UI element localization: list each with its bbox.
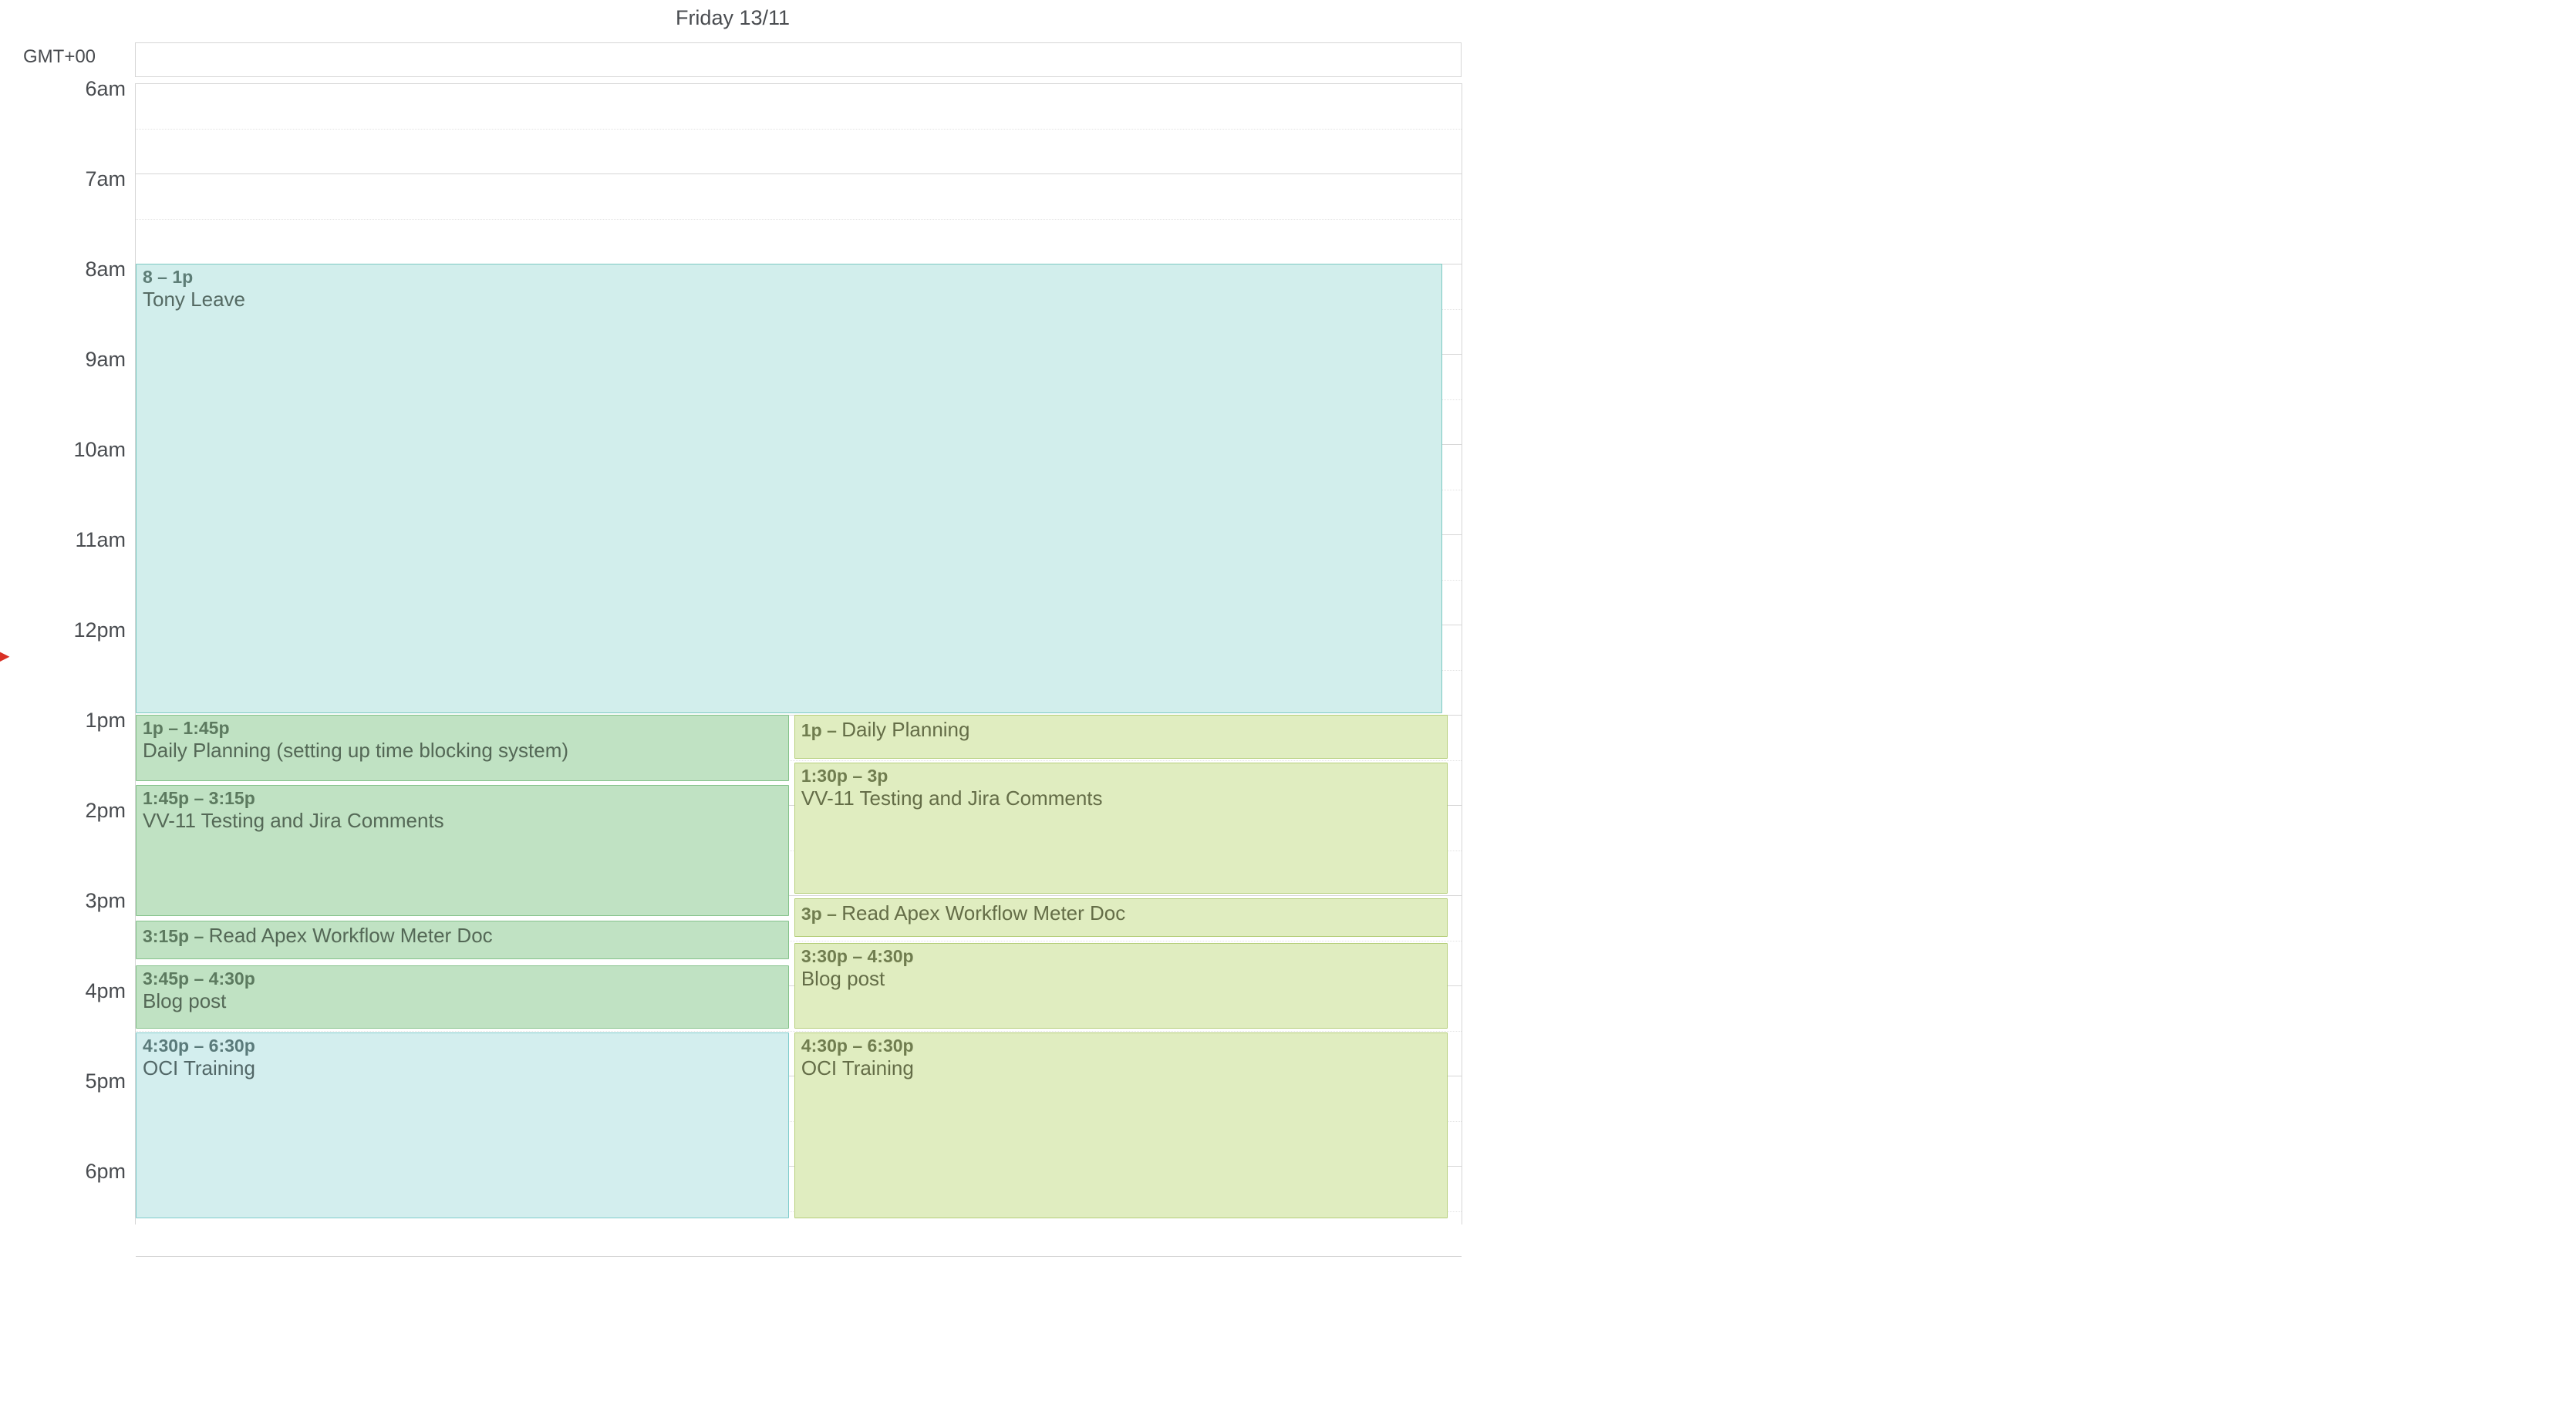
event-title: Read Apex Workflow Meter Doc: [209, 924, 493, 947]
event-vv11-a[interactable]: 1:45p – 3:15pVV-11 Testing and Jira Comm…: [136, 785, 789, 916]
event-tony-leave[interactable]: 8 – 1pTony Leave: [136, 264, 1442, 713]
hour-label: 2pm: [2, 799, 126, 823]
hour-label: 10am: [2, 438, 126, 462]
event-time: 1:45p – 3:15p: [143, 788, 255, 808]
hour-label: 8am: [2, 258, 126, 281]
event-oci-a[interactable]: 4:30p – 6:30pOCI Training: [136, 1032, 789, 1218]
event-title: Blog post: [143, 989, 782, 1013]
day-header: Friday 13/11: [0, 6, 1465, 30]
event-time: 3:45p – 4:30p: [143, 968, 255, 989]
event-title: Daily Planning (setting up time blocking…: [143, 739, 782, 763]
allday-row[interactable]: [135, 42, 1462, 77]
event-title: OCI Training: [801, 1056, 1441, 1080]
event-time: 1p –: [801, 720, 841, 740]
event-oci-b[interactable]: 4:30p – 6:30pOCI Training: [794, 1032, 1448, 1218]
event-blog-a[interactable]: 3:45p – 4:30pBlog post: [136, 965, 789, 1029]
hour-label: 1pm: [2, 709, 126, 733]
calendar-day-view: Friday 13/11 GMT+00 6am 7am 8am 9am 10am 11am…: [0, 0, 1465, 1234]
event-time: 4:30p – 6:30p: [801, 1036, 914, 1056]
events-layer: 8 – 1pTony Leave1p – 1:45pDaily Planning…: [136, 83, 1461, 1224]
hour-label: 6am: [2, 77, 126, 101]
hour-label: 6pm: [2, 1160, 126, 1184]
event-vv11-b[interactable]: 1:30p – 3pVV-11 Testing and Jira Comment…: [794, 763, 1448, 894]
hour-label: 11am: [2, 528, 126, 552]
event-time: 3p –: [801, 904, 841, 924]
event-time: 1p – 1:45p: [143, 718, 230, 738]
event-title: Blog post: [801, 967, 1441, 991]
event-title: Daily Planning: [841, 718, 969, 741]
event-title: Tony Leave: [143, 288, 1435, 312]
event-read-apex-b[interactable]: 3p – Read Apex Workflow Meter Doc: [794, 898, 1448, 938]
event-blog-b[interactable]: 3:30p – 4:30pBlog post: [794, 943, 1448, 1029]
hour-label: 3pm: [2, 889, 126, 913]
event-time: 1:30p – 3p: [801, 766, 888, 786]
event-time: 4:30p – 6:30p: [143, 1036, 255, 1056]
time-grid: 6am 7am 8am 9am 10am 11am 12pm 1pm 2pm 3pm 4pm 5pm 6…: [0, 77, 1465, 1218]
hour-label: 9am: [2, 348, 126, 372]
event-title: VV-11 Testing and Jira Comments: [143, 809, 782, 833]
event-title: Read Apex Workflow Meter Doc: [841, 901, 1125, 925]
hour-label: 12pm: [2, 618, 126, 642]
hour-gutter: 6am 7am 8am 9am 10am 11am 12pm 1pm 2pm 3pm 4pm 5pm 6…: [0, 77, 135, 1218]
event-time: 3:30p – 4:30p: [801, 946, 914, 966]
event-read-apex-a[interactable]: 3:15p – Read Apex Workflow Meter Doc: [136, 921, 789, 960]
event-title: OCI Training: [143, 1056, 782, 1080]
timezone-label: GMT+00: [23, 46, 96, 68]
hour-label: 5pm: [2, 1069, 126, 1093]
event-time: 3:15p –: [143, 926, 209, 946]
event-daily-plan-b[interactable]: 1p – Daily Planning: [794, 715, 1448, 759]
hour-label: 4pm: [2, 979, 126, 1003]
event-title: VV-11 Testing and Jira Comments: [801, 787, 1441, 810]
hour-label: 7am: [2, 167, 126, 191]
event-daily-plan-a[interactable]: 1p – 1:45pDaily Planning (setting up tim…: [136, 715, 789, 781]
event-time: 8 – 1p: [143, 267, 193, 287]
